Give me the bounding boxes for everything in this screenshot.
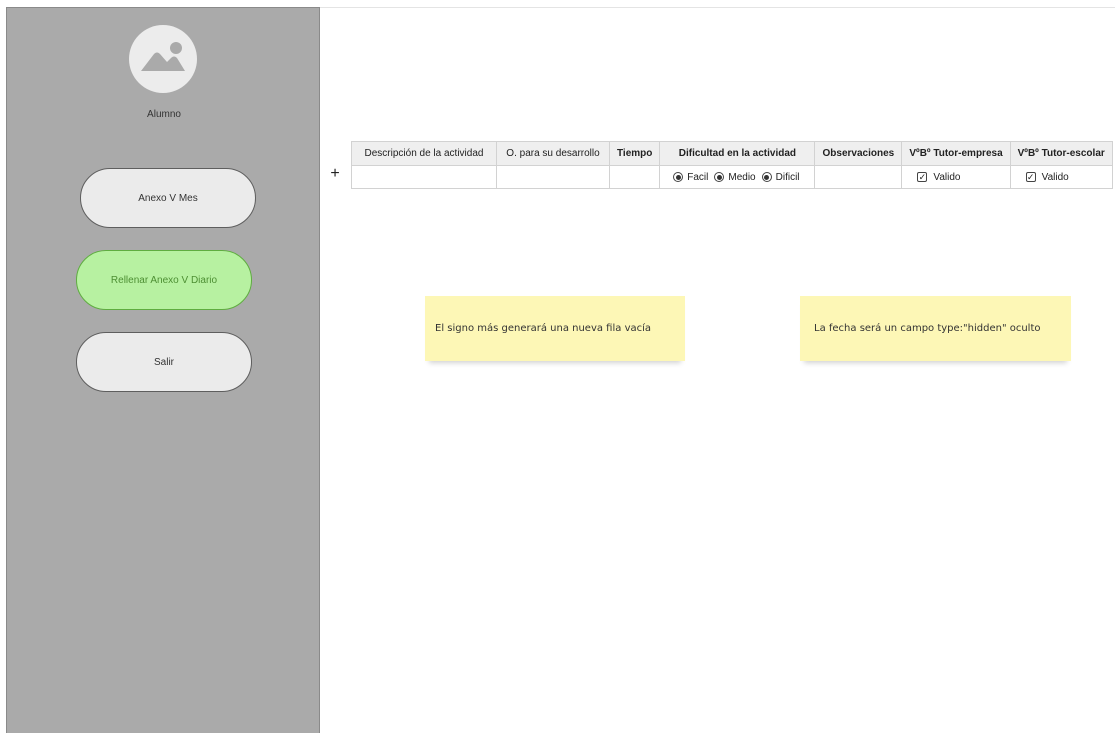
avatar-label: Alumno xyxy=(147,109,181,120)
tutor-empresa-check-group: ✓ Valido xyxy=(909,172,1002,183)
tutor-escolar-checkbox[interactable]: ✓ xyxy=(1025,172,1036,182)
anexo-v-mes-button[interactable]: Anexo V Mes xyxy=(80,168,256,228)
tutor-escolar-cell: ✓ Valido xyxy=(1009,165,1113,189)
radio-dificil-label: Dificil xyxy=(775,171,800,183)
header-tiempo: Tiempo xyxy=(608,141,661,166)
header-dificultad: Dificultad en la actividad xyxy=(659,141,816,166)
desarrollo-cell[interactable] xyxy=(496,165,610,189)
sidebar: Alumno Anexo V Mes Rellenar Anexo V Diar… xyxy=(6,7,320,733)
header-desarrollo: O. para su desarrollo xyxy=(496,141,610,166)
tiempo-cell[interactable] xyxy=(608,165,661,189)
header-tutor-empresa: VºBº Tutor-empresa xyxy=(901,141,1011,166)
radio-facil[interactable] xyxy=(673,172,684,182)
header-observaciones: Observaciones xyxy=(814,141,903,166)
table-row: Facil Medio Dificil ✓ Valido ✓ Valido xyxy=(351,165,1113,189)
tutor-empresa-checkbox[interactable]: ✓ xyxy=(917,172,928,182)
table-header-row: Descripción de la actividad O. para su d… xyxy=(351,141,1113,166)
top-divider xyxy=(320,7,1115,8)
tutor-escolar-label: Valido xyxy=(1041,171,1069,183)
dificultad-radio-group: Facil Medio Dificil xyxy=(667,172,807,183)
sticky-note-add-row: El signo más generará una nueva fila vac… xyxy=(425,296,685,361)
image-placeholder-icon xyxy=(141,42,185,71)
tutor-empresa-cell: ✓ Valido xyxy=(901,165,1011,189)
radio-medio[interactable] xyxy=(714,172,725,182)
tutor-empresa-label: Valido xyxy=(933,171,961,183)
radio-facil-label: Facil xyxy=(687,171,709,183)
sticky-note-hidden-date: La fecha será un campo type:"hidden" ocu… xyxy=(800,296,1071,361)
dificultad-cell: Facil Medio Dificil xyxy=(659,165,816,189)
tutor-escolar-check-group: ✓ Valido xyxy=(1018,172,1105,183)
header-tutor-escolar: VºBº Tutor-escolar xyxy=(1009,141,1113,166)
rellenar-anexo-v-diario-button[interactable]: Rellenar Anexo V Diario xyxy=(76,250,252,310)
sticky-note-add-row-text: El signo más generará una nueva fila vac… xyxy=(435,323,652,334)
descripcion-cell[interactable] xyxy=(351,165,497,189)
radio-dificil[interactable] xyxy=(761,172,772,182)
header-descripcion: Descripción de la actividad xyxy=(351,141,497,166)
avatar[interactable] xyxy=(129,25,197,93)
sticky-note-hidden-date-text: La fecha será un campo type:"hidden" ocu… xyxy=(814,323,1041,334)
activity-table: Descripción de la actividad O. para su d… xyxy=(351,141,1113,189)
observaciones-cell[interactable] xyxy=(814,165,903,189)
salir-button[interactable]: Salir xyxy=(76,332,252,392)
radio-medio-label: Medio xyxy=(728,171,756,183)
add-row-button[interactable]: + xyxy=(327,164,343,184)
